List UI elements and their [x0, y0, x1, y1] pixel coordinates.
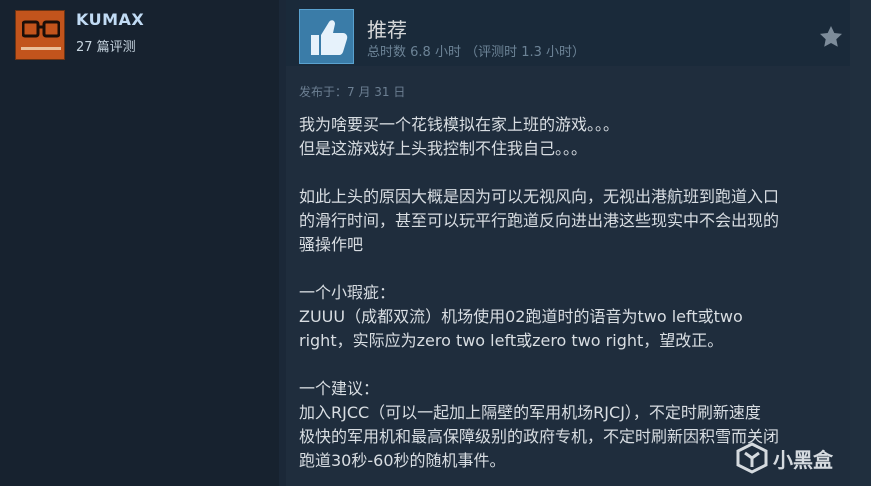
- playtime-hours: 总时数 6.8 小时 （评测时 1.3 小时）: [367, 45, 586, 60]
- review-line: 但是这游戏好上头我控制不住我自己。。。: [299, 139, 588, 158]
- review-line: 骚操作吧: [299, 235, 364, 254]
- page-edge: [850, 0, 871, 486]
- review-text: 我为啥要买一个花钱模拟在家上班的游戏。。。 但是这游戏好上头我控制不住我自己。。…: [299, 113, 845, 473]
- review-line: right，实际应为zero two left或zero two right，望…: [299, 331, 724, 350]
- review-line: 一个建议：: [299, 379, 380, 398]
- review-count-link[interactable]: 27 篇评测: [76, 36, 136, 55]
- review-line: 加入RJCC（可以一起加上隔壁的军用机场RJCJ），不定时刷新速度: [299, 403, 761, 422]
- star-icon[interactable]: [818, 24, 844, 50]
- posted-date: 发布于：7 月 31 日: [299, 85, 406, 99]
- review-line: 如此上头的原因大概是因为可以无视风向，无视出港航班到跑道入口: [299, 187, 780, 206]
- avatar[interactable]: [15, 10, 65, 60]
- reviewer-panel: KUMAX 27 篇评测: [0, 0, 279, 486]
- reviewer-info: KUMAX 27 篇评测: [15, 10, 263, 66]
- username-link[interactable]: KUMAX: [76, 10, 144, 29]
- watermark-text: 小黑盒: [773, 448, 833, 472]
- review-line: 的滑行时间，甚至可以玩平行跑道反向进出港这些现实中不会出现的: [299, 211, 780, 230]
- review-header[interactable]: 推荐 总时数 6.8 小时 （评测时 1.3 小时）: [286, 0, 850, 66]
- avatar-caption: [21, 47, 61, 50]
- recommendation-label: 推荐: [367, 18, 407, 42]
- review-panel: 推荐 总时数 6.8 小时 （评测时 1.3 小时） 发布于：7 月 31 日 …: [286, 0, 850, 486]
- glasses-avatar-icon: [22, 20, 60, 38]
- heybox-logo-icon: [736, 442, 768, 474]
- thumbs-up-icon: [299, 9, 354, 64]
- watermark: 小黑盒: [735, 440, 865, 476]
- review-line: ZUUU（成都双流）机场使用02跑道时的语音为two left或two: [299, 307, 743, 326]
- review-line: 一个小瑕疵：: [299, 283, 396, 302]
- review-line: 我为啥要买一个花钱模拟在家上班的游戏。。。: [299, 115, 620, 134]
